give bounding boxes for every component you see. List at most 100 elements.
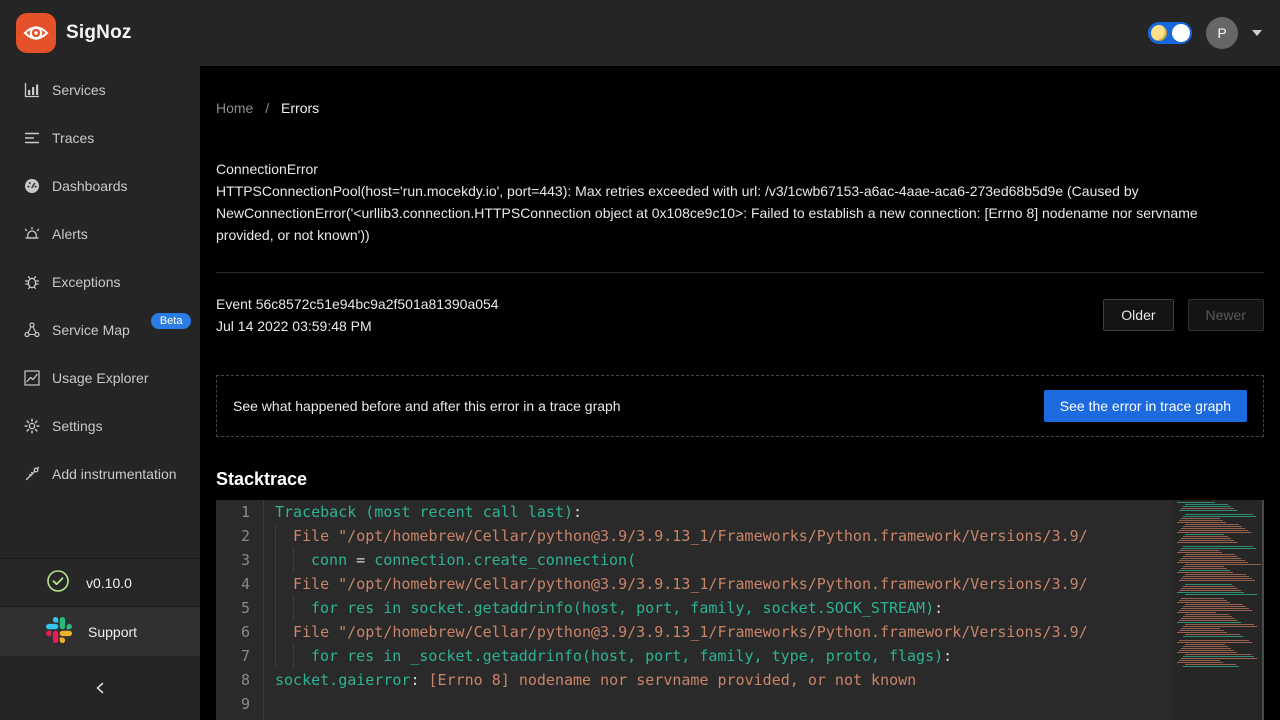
line-number: 9 xyxy=(216,692,264,716)
line-chart-icon xyxy=(24,370,40,386)
code-line: 2File "/opt/homebrew/Cellar/python@3.9/3… xyxy=(216,524,1172,548)
indent-guide xyxy=(293,548,311,572)
line-number: 10 xyxy=(216,716,264,720)
code-line: 3conn = connection.create_connection( xyxy=(216,548,1172,572)
topbar-right: P xyxy=(1148,0,1262,66)
line-number: 6 xyxy=(216,620,264,644)
sidebar-footer: v0.10.0 Support xyxy=(0,558,200,720)
line-number: 4 xyxy=(216,572,264,596)
moon-icon xyxy=(1151,25,1167,41)
stacktrace-heading: Stacktrace xyxy=(216,469,1264,490)
code-line: 1Traceback (most recent call last): xyxy=(216,500,1172,524)
code-text: File "/opt/homebrew/Cellar/python@3.9/3.… xyxy=(264,524,1088,548)
brand-name: SigNoz xyxy=(66,22,132,44)
error-title: ConnectionError xyxy=(216,158,1248,180)
pager: Older Newer xyxy=(1103,299,1264,331)
sidebar-item-alerts[interactable]: Alerts xyxy=(0,210,200,258)
sidebar-item-traces[interactable]: Traces xyxy=(0,114,200,162)
code-text: File "/opt/homebrew/Cellar/python@3.9/3.… xyxy=(264,620,1088,644)
code-line: 10During handling of the above exception… xyxy=(216,716,1172,720)
sidebar-item-label: Dashboards xyxy=(52,178,128,194)
version-row[interactable]: v0.10.0 xyxy=(0,558,200,606)
event-timestamp: Jul 14 2022 03:59:48 PM xyxy=(216,315,499,337)
stacktrace-code-block[interactable]: 1Traceback (most recent call last):2File… xyxy=(216,500,1264,720)
sidebar-item-label: Settings xyxy=(52,418,103,434)
code-text: conn = connection.create_connection( xyxy=(264,548,636,572)
older-button[interactable]: Older xyxy=(1103,299,1173,331)
line-number: 5 xyxy=(216,596,264,620)
code-area[interactable]: 1Traceback (most recent call last):2File… xyxy=(216,500,1172,720)
sidebar-item-label: Exceptions xyxy=(52,274,120,290)
sidebar-item-exceptions[interactable]: Exceptions xyxy=(0,258,200,306)
line-number: 7 xyxy=(216,644,264,668)
sidebar-item-label: Services xyxy=(52,82,106,98)
check-circle-icon xyxy=(46,569,70,596)
support-row[interactable]: Support xyxy=(0,606,200,656)
sidebar-item-label: Add instrumentation xyxy=(52,466,177,482)
avatar[interactable]: P xyxy=(1206,17,1238,49)
sidebar-item-services[interactable]: Services xyxy=(0,66,200,114)
error-block: ConnectionError HTTPSConnectionPool(host… xyxy=(216,158,1248,246)
code-line: 5for res in socket.getaddrinfo(host, por… xyxy=(216,596,1172,620)
gear-icon xyxy=(24,418,40,434)
code-text: for res in _socket.getaddrinfo(host, por… xyxy=(264,644,952,668)
main-content: Home / Errors ConnectionError HTTPSConne… xyxy=(200,66,1280,720)
error-message: HTTPSConnectionPool(host='run.mocekdy.io… xyxy=(216,180,1248,246)
code-text: Traceback (most recent call last): xyxy=(264,500,582,524)
code-line: 4File "/opt/homebrew/Cellar/python@3.9/3… xyxy=(216,572,1172,596)
support-label: Support xyxy=(88,624,137,640)
event-row: Event 56c8572c51e94bc9a2f501a81390a054 J… xyxy=(216,293,1264,337)
sidebar-item-label: Usage Explorer xyxy=(52,370,149,386)
event-id: Event 56c8572c51e94bc9a2f501a81390a054 xyxy=(216,293,499,315)
line-number: 2 xyxy=(216,524,264,548)
sidebar-item-add-instrumentation[interactable]: Add instrumentation xyxy=(0,450,200,498)
breadcrumb-separator: / xyxy=(265,100,269,116)
dashboard-icon xyxy=(24,178,40,194)
code-line: 6File "/opt/homebrew/Cellar/python@3.9/3… xyxy=(216,620,1172,644)
indent-guide xyxy=(275,596,293,620)
sidebar-item-service-map[interactable]: Service MapBeta xyxy=(0,306,200,354)
code-text: for res in socket.getaddrinfo(host, port… xyxy=(264,596,943,620)
signoz-logo-icon xyxy=(16,13,56,53)
code-line: 8socket.gaierror: [Errno 8] nodename nor… xyxy=(216,668,1172,692)
code-text: File "/opt/homebrew/Cellar/python@3.9/3.… xyxy=(264,572,1088,596)
breadcrumb-home-link[interactable]: Home xyxy=(216,100,253,116)
indent-guide xyxy=(293,596,311,620)
code-text: socket.gaierror: [Errno 8] nodename nor … xyxy=(264,668,916,692)
code-text: During handling of the above exception, … xyxy=(264,716,880,720)
sidebar: Services Traces Dashboards Alerts Exceptions… xyxy=(0,66,200,720)
newer-button[interactable]: Newer xyxy=(1188,299,1264,331)
brand[interactable]: SigNoz xyxy=(16,13,132,53)
instrument-icon xyxy=(24,466,40,482)
sidebar-item-dashboards[interactable]: Dashboards xyxy=(0,162,200,210)
chevron-down-icon[interactable] xyxy=(1252,30,1262,36)
deployment-icon xyxy=(24,322,40,338)
code-minimap[interactable] xyxy=(1172,500,1264,720)
align-left-icon xyxy=(24,130,40,146)
bar-chart-icon xyxy=(24,82,40,98)
sidebar-item-settings[interactable]: Settings xyxy=(0,402,200,450)
chevron-left-icon xyxy=(93,681,107,695)
code-line: 7for res in _socket.getaddrinfo(host, po… xyxy=(216,644,1172,668)
line-number: 8 xyxy=(216,668,264,692)
toggle-knob xyxy=(1172,24,1190,42)
topbar: SigNoz P xyxy=(0,0,1280,66)
divider xyxy=(216,272,1264,273)
sidebar-item-label: Traces xyxy=(52,130,94,146)
slack-icon xyxy=(46,617,72,646)
alarm-icon xyxy=(24,226,40,242)
sidebar-item-label: Service Map xyxy=(52,322,130,338)
code-text xyxy=(264,692,275,716)
breadcrumb: Home / Errors xyxy=(216,100,1264,116)
indent-guide xyxy=(275,644,293,668)
sidebar-collapse-button[interactable] xyxy=(0,656,200,720)
sidebar-item-usage-explorer[interactable]: Usage Explorer xyxy=(0,354,200,402)
trace-banner-text: See what happened before and after this … xyxy=(233,398,621,414)
event-meta: Event 56c8572c51e94bc9a2f501a81390a054 J… xyxy=(216,293,499,337)
see-error-in-trace-graph-button[interactable]: See the error in trace graph xyxy=(1044,390,1247,422)
sidebar-nav: Services Traces Dashboards Alerts Exceptions… xyxy=(0,66,200,498)
indent-guide xyxy=(293,644,311,668)
theme-toggle[interactable] xyxy=(1148,22,1192,44)
code-line: 9 xyxy=(216,692,1172,716)
sidebar-item-label: Alerts xyxy=(52,226,88,242)
